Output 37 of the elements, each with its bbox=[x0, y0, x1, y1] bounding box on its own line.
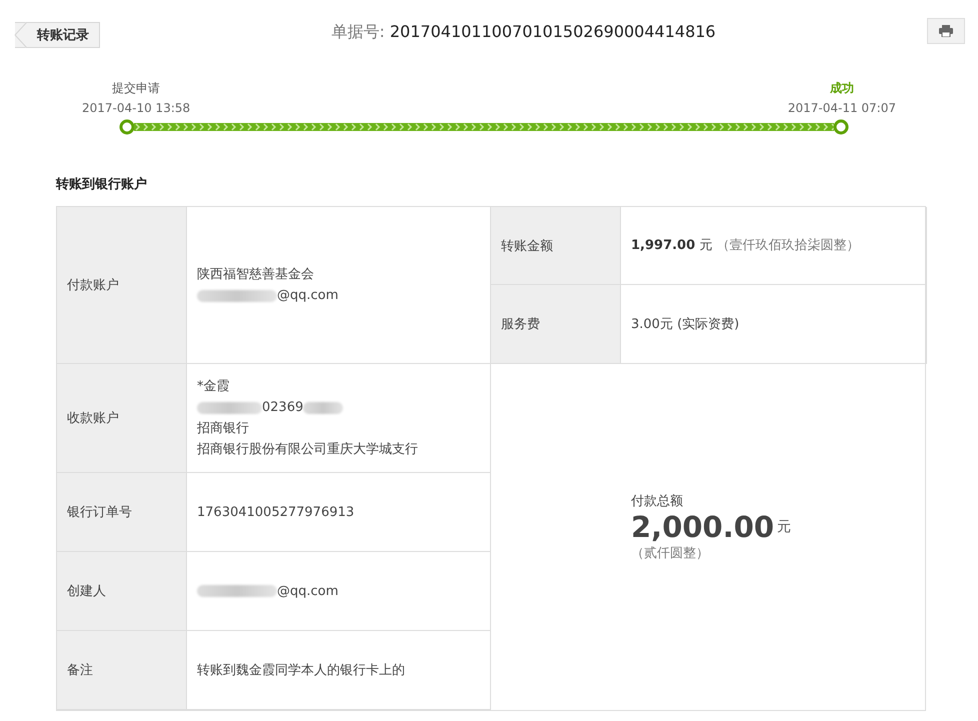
step-time: 2017-04-11 07:07 bbox=[788, 101, 896, 115]
printer-icon bbox=[939, 25, 953, 37]
back-button[interactable]: 转账记录 bbox=[15, 22, 100, 48]
amount-words: （贰仟圆整） bbox=[631, 545, 710, 562]
receipt-label: 单据号: bbox=[331, 22, 386, 41]
value-text: 招商银行 bbox=[197, 420, 249, 438]
step-label: 提交申请 bbox=[112, 80, 160, 97]
section-title: 转账到银行账户 bbox=[56, 176, 148, 193]
value-text: @qq.com bbox=[277, 287, 338, 305]
field-label: 备注 bbox=[57, 631, 187, 710]
field-label: 创建人 bbox=[57, 552, 187, 631]
total-label: 付款总额 bbox=[631, 493, 684, 510]
field-label: 转账金额 bbox=[491, 207, 621, 285]
end-node-icon bbox=[833, 119, 849, 135]
field-label: 服务费 bbox=[491, 285, 621, 364]
value-text: 3.00元 (实际资费) bbox=[631, 316, 740, 334]
step-label: 成功 bbox=[830, 80, 854, 97]
value-text: 转账到魏金霞同学本人的银行卡上的 bbox=[197, 662, 405, 680]
total-amount: 2,000.00 bbox=[631, 510, 774, 544]
currency-unit: 元 bbox=[777, 518, 792, 536]
value-text: *金霞 bbox=[197, 378, 230, 396]
amount-text: 1,997.00 bbox=[631, 237, 696, 255]
value-text: 陕西福智慈善基金会 bbox=[197, 266, 314, 284]
amount-words: （壹仟玖佰玖拾柒圆整） bbox=[716, 237, 860, 255]
value-text: @qq.com bbox=[277, 582, 338, 600]
field-label: 付款账户 bbox=[57, 207, 187, 364]
print-button[interactable] bbox=[927, 18, 965, 44]
value-text: 1763041005277976913 bbox=[197, 504, 354, 522]
step-time: 2017-04-10 13:58 bbox=[82, 101, 190, 115]
currency-unit: 元 bbox=[699, 237, 712, 255]
value-text: 02369 bbox=[262, 399, 304, 417]
back-arrow-icon bbox=[15, 22, 28, 48]
field-label: 银行订单号 bbox=[57, 473, 187, 552]
start-node-icon bbox=[119, 119, 135, 135]
value-text: 招商银行股份有限公司重庆大学城支行 bbox=[197, 441, 418, 459]
field-label: 收款账户 bbox=[57, 364, 187, 473]
receipt-number: 20170410110070101502690004414816 bbox=[390, 22, 716, 41]
